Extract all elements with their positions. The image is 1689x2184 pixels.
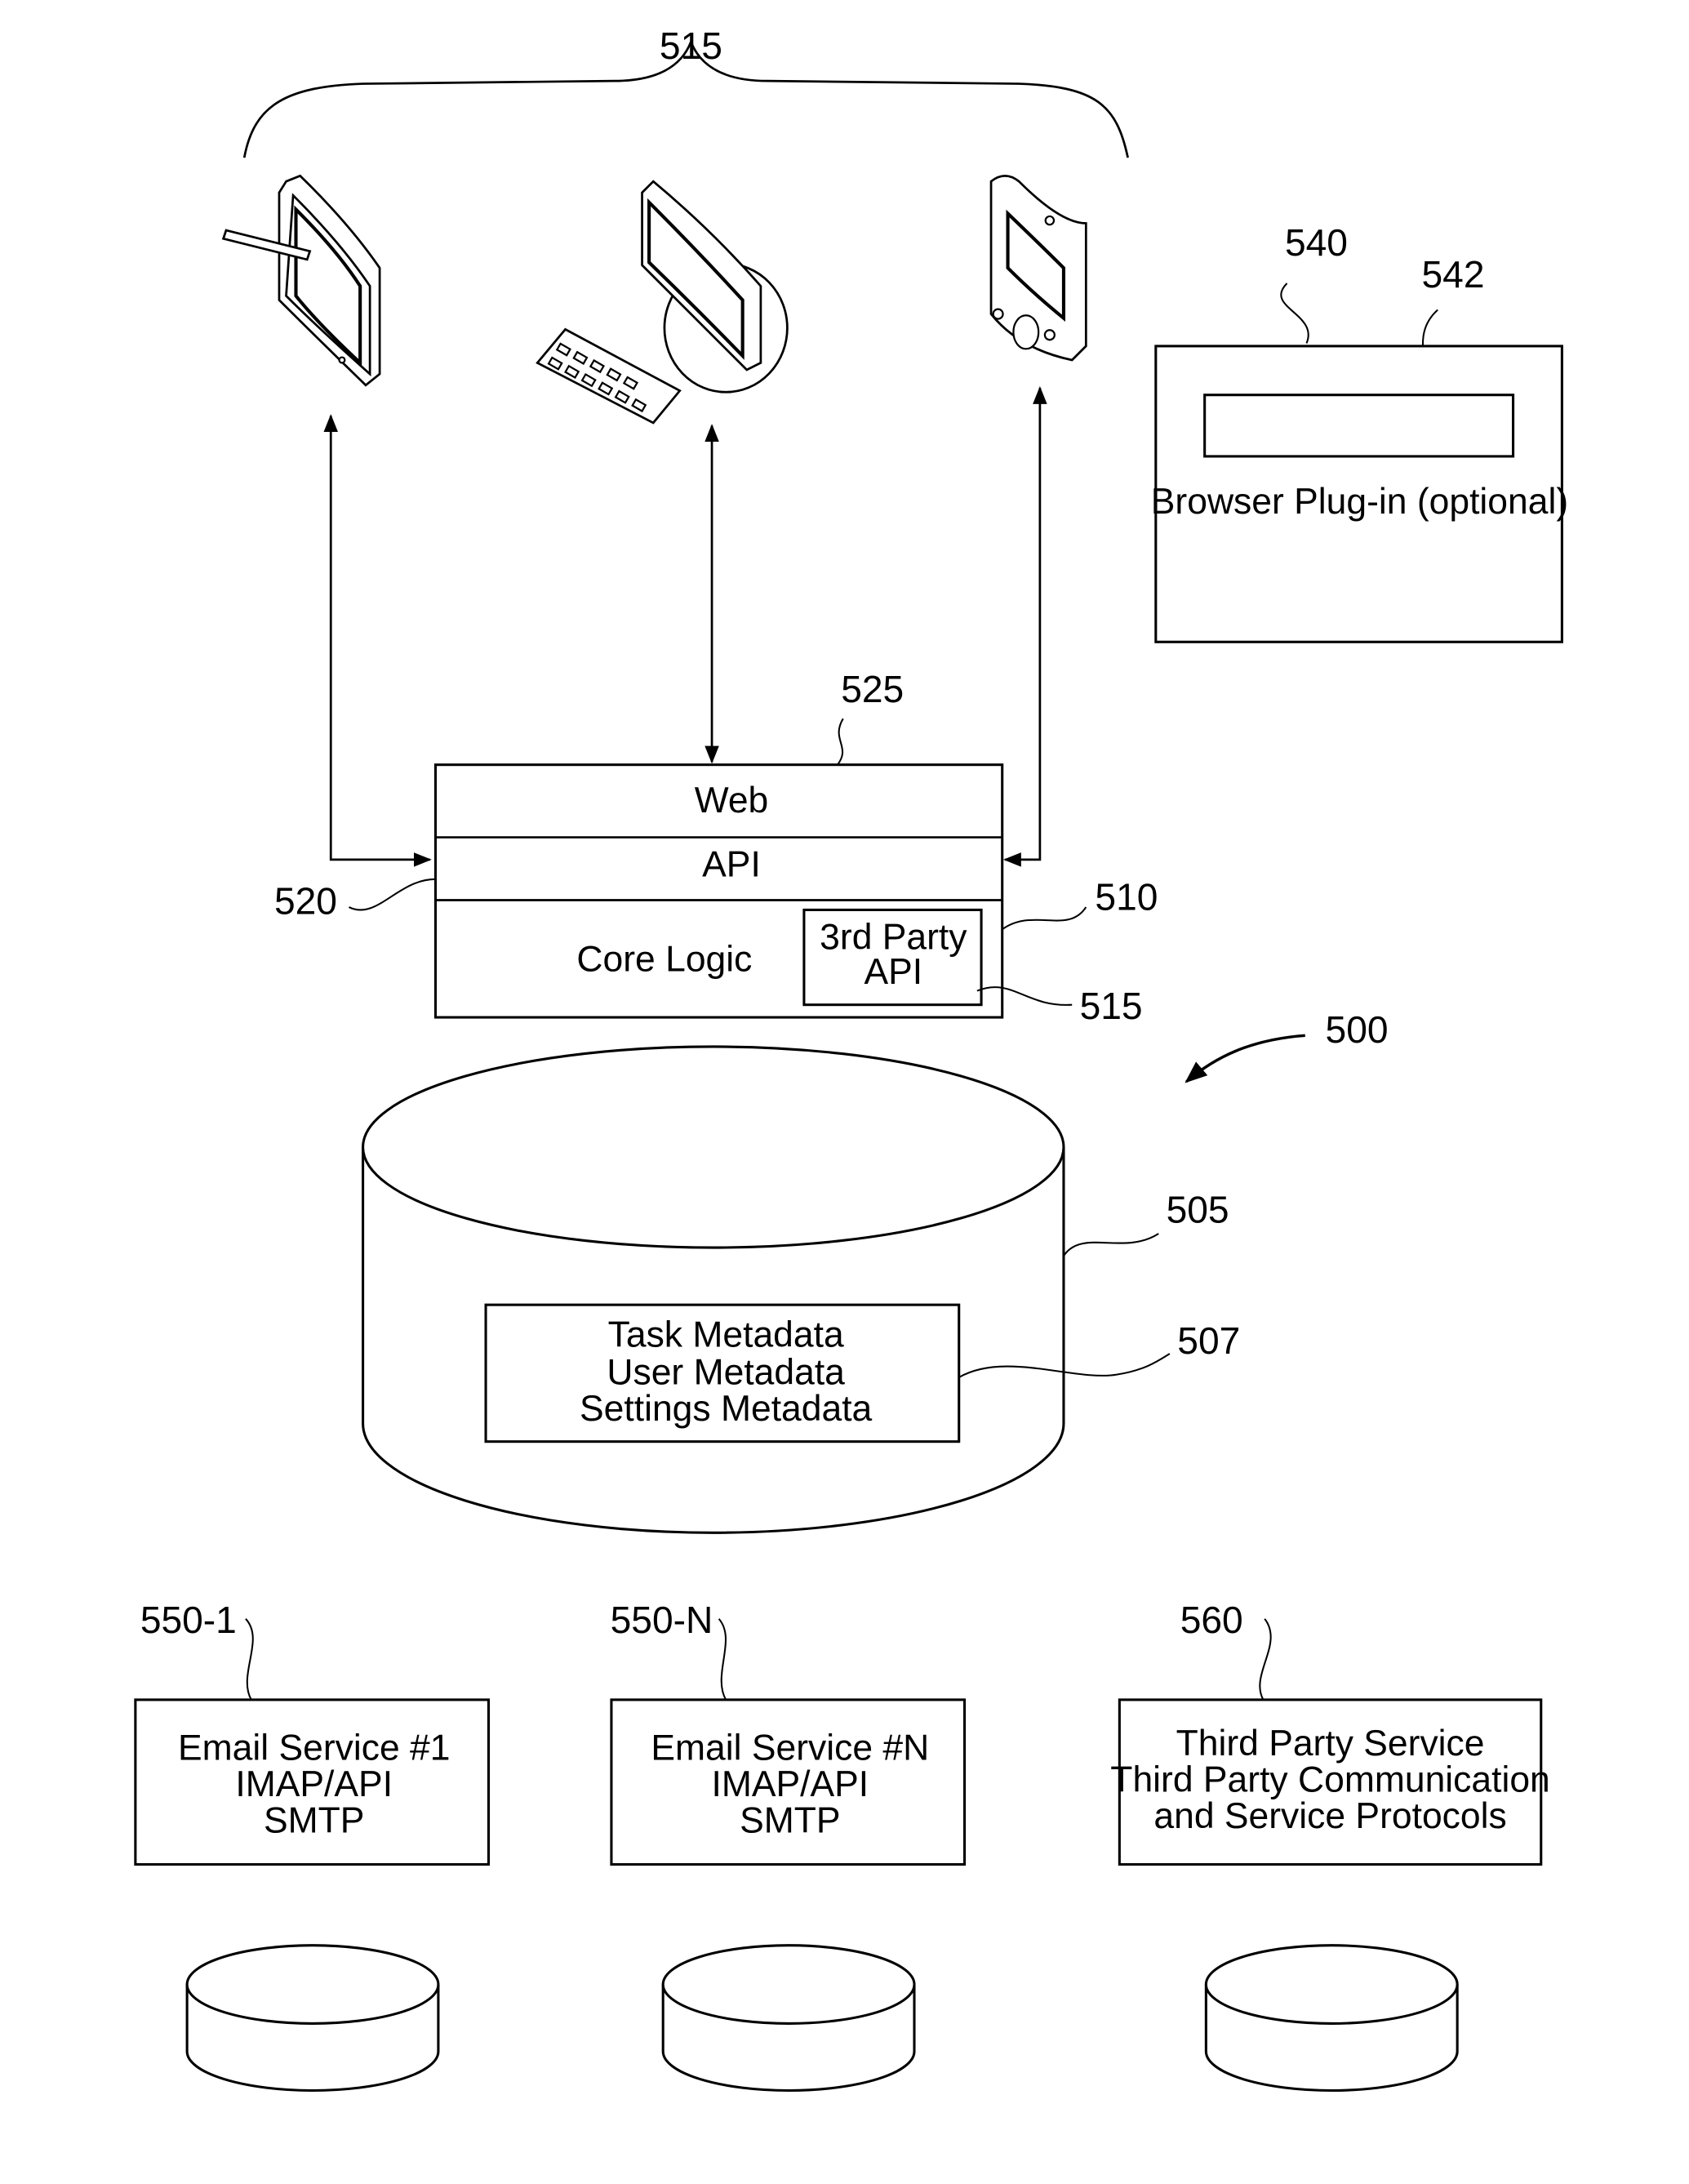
leader-540	[1280, 282, 1309, 344]
browser-plugin-label: Browser Plug-in (optional)	[1151, 482, 1568, 522]
ref-540: 540	[1285, 221, 1348, 264]
api-layer-label: API	[702, 844, 761, 884]
metadata-line-user: User Metadata	[607, 1353, 845, 1393]
ref-507: 507	[1177, 1319, 1240, 1362]
leader-560	[1259, 1618, 1272, 1701]
leader-525	[837, 718, 844, 766]
email-service-1-line2: IMAP/API	[235, 1764, 393, 1804]
ref-520: 520	[274, 880, 337, 923]
email-service-n-line3: SMTP	[740, 1800, 840, 1840]
email-service-1-line1: Email Service #1	[178, 1728, 450, 1768]
leader-505	[1063, 1233, 1159, 1257]
ref-505: 505	[1167, 1188, 1229, 1230]
system-pointer-arrow	[1185, 1034, 1305, 1083]
third-party-service-database	[1204, 1944, 1459, 2092]
tablet-icon	[221, 174, 381, 387]
ref-500: 500	[1326, 1008, 1389, 1051]
system-diagram: 515 540 542 Browser Plug-in (optional) 5…	[134, 24, 1568, 2092]
leader-550-1	[245, 1618, 254, 1701]
desktop-computer-icon	[536, 180, 789, 425]
handheld-device-icon	[989, 175, 1087, 362]
email-service-n-line2: IMAP/API	[711, 1764, 869, 1804]
ref-515-devices: 515	[660, 24, 722, 67]
pda-to-api-arrow[interactable]	[1002, 385, 1047, 867]
third-party-api-line1: 3rd Party	[820, 917, 967, 957]
third-party-api-line2: API	[865, 952, 923, 992]
email-service-1-line3: SMTP	[264, 1800, 364, 1840]
ref-560: 560	[1180, 1599, 1243, 1641]
tablet-to-api-arrow[interactable]	[323, 414, 432, 867]
third-party-service-line2: Third Party Communication	[1110, 1760, 1549, 1800]
browser-plugin-toolbar[interactable]	[1203, 394, 1515, 458]
ref-542: 542	[1422, 253, 1485, 296]
third-party-service-line1: Third Party Service	[1176, 1724, 1485, 1764]
ref-510: 510	[1095, 875, 1158, 918]
web-layer-label: Web	[695, 781, 769, 821]
main-database	[362, 1045, 1065, 1534]
ref-525: 525	[841, 668, 904, 710]
ref-515-third-party-api: 515	[1080, 985, 1143, 1027]
email-service-1-database	[185, 1944, 440, 2092]
leader-550-N	[718, 1618, 727, 1701]
leader-510	[1002, 906, 1087, 931]
leader-520	[349, 878, 436, 911]
core-logic-label: Core Logic	[576, 940, 752, 980]
metadata-line-task: Task Metadata	[608, 1314, 844, 1354]
ref-550-N: 550-N	[611, 1599, 713, 1641]
email-service-n-database	[661, 1944, 916, 2092]
email-service-n-line1: Email Service #N	[651, 1728, 929, 1768]
metadata-line-settings: Settings Metadata	[580, 1389, 873, 1429]
ref-550-1: 550-1	[140, 1599, 237, 1641]
third-party-service-line3: and Service Protocols	[1153, 1796, 1506, 1836]
